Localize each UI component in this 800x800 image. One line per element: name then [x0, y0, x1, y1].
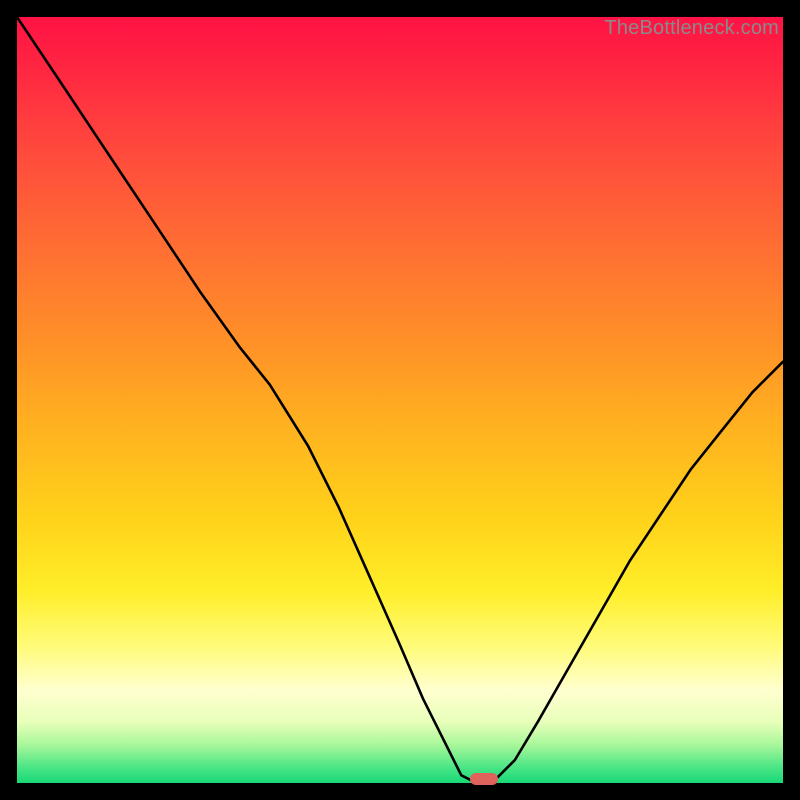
curve-path [17, 17, 783, 783]
plot-area: TheBottleneck.com [17, 17, 783, 783]
optimal-marker [470, 773, 498, 785]
chart-frame: TheBottleneck.com [0, 0, 800, 800]
bottleneck-curve [17, 17, 783, 783]
